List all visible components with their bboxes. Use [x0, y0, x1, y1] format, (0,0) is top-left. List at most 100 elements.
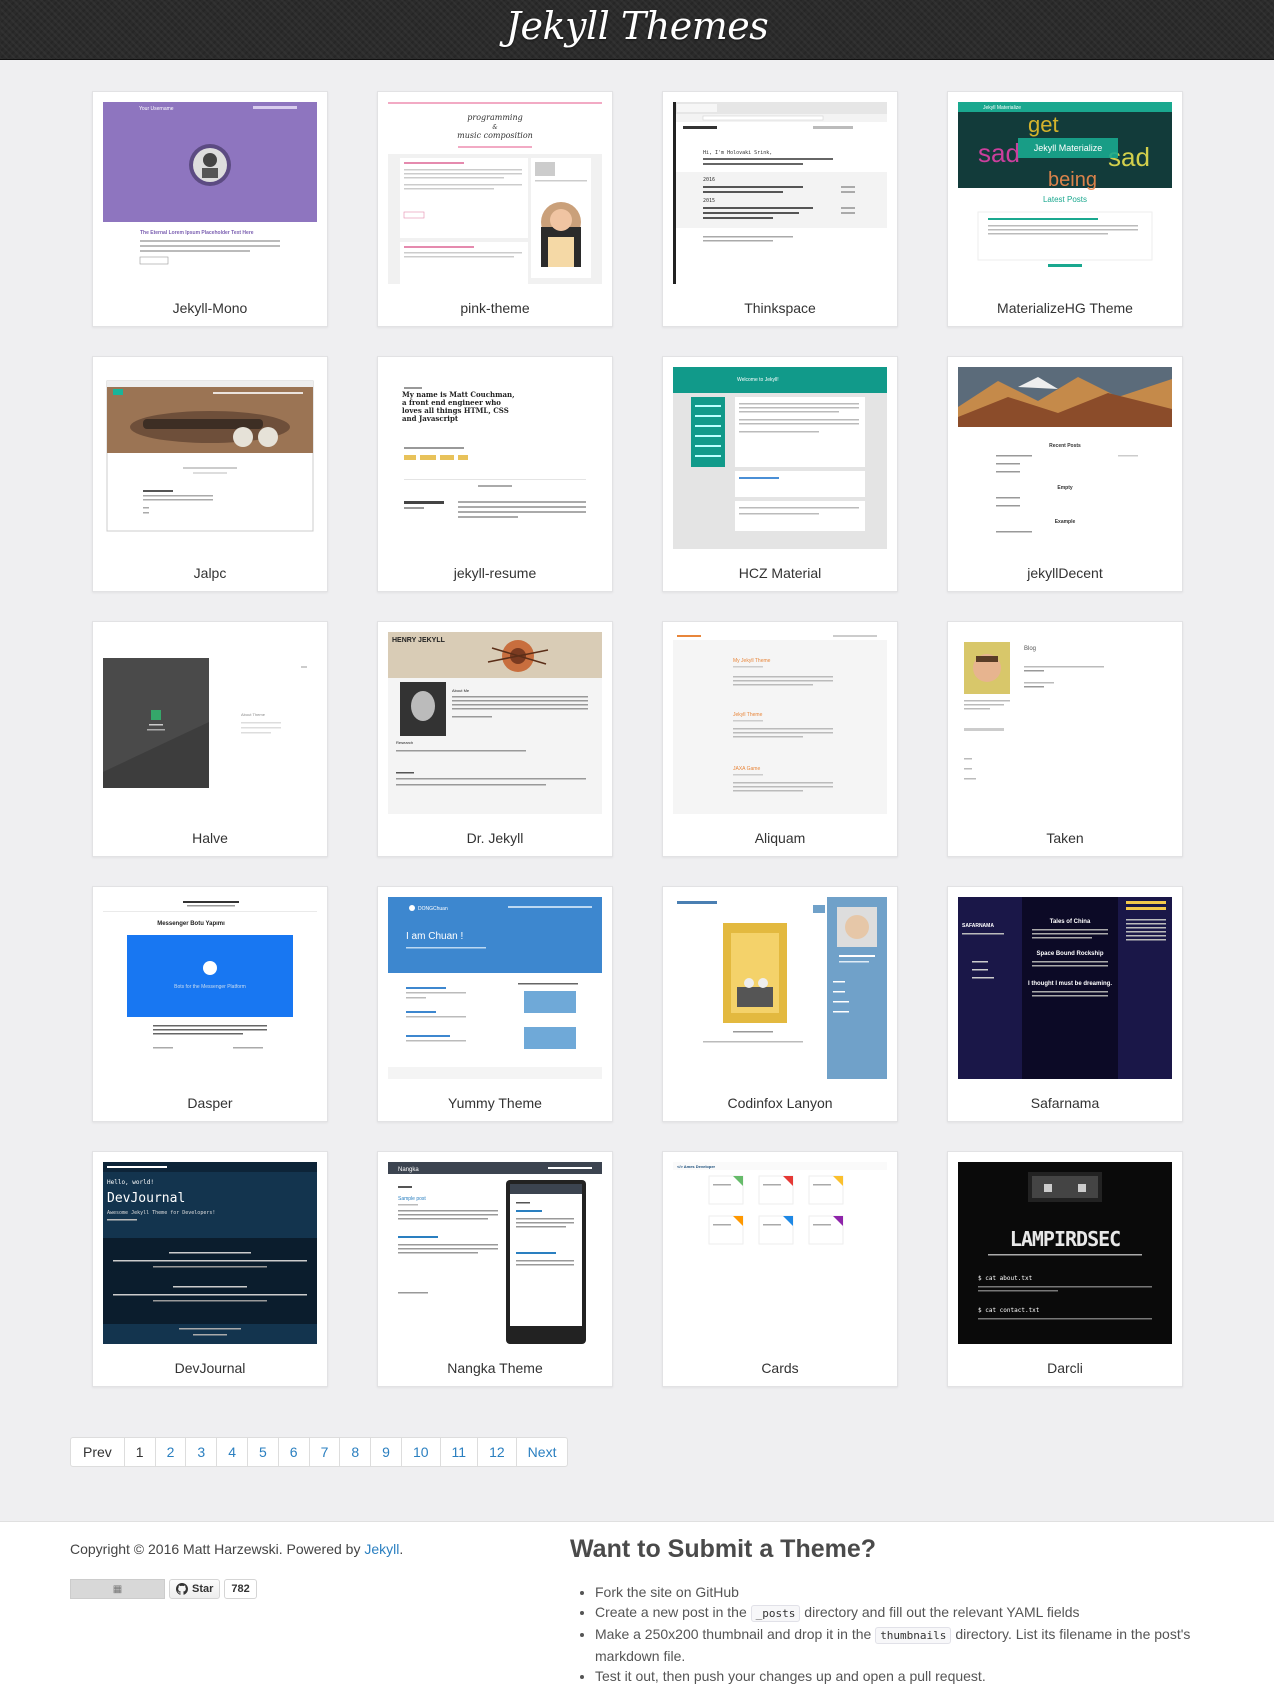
pagination-page[interactable]: 3	[185, 1438, 216, 1466]
pink-title-line3: music composition	[457, 131, 533, 140]
theme-thumbnail[interactable]: HENRY JEKYLL About Me Research	[388, 632, 602, 814]
pagination-page[interactable]: 4	[216, 1438, 247, 1466]
pagination-page[interactable]: 10	[400, 1438, 440, 1466]
theme-thumbnail[interactable]: My Jekyll Theme Jekyll Theme JAXA Game	[673, 632, 887, 814]
theme-thumbnail[interactable]	[673, 897, 887, 1079]
pagination-next[interactable]: Next	[515, 1438, 568, 1466]
theme-card[interactable]: Messenger Botu Yapımı Bots for the Messe…	[92, 886, 328, 1122]
theme-thumbnail[interactable]: LAMPIRDSEC $ cat about.txt $ cat contact…	[958, 1162, 1172, 1344]
theme-card[interactable]: LAMPIRDSEC $ cat about.txt $ cat contact…	[947, 1151, 1183, 1387]
theme-card[interactable]: Hello, world! DevJournal Awesome Jekyll …	[92, 1151, 328, 1387]
theme-thumbnail[interactable]: Nangka Sample post	[388, 1162, 602, 1344]
badges: ▦ Star 782	[70, 1579, 257, 1599]
theme-card[interactable]: Recent Posts Empty Example jekyllDecent	[947, 356, 1183, 592]
darcli-cmd-about: $ cat about.txt	[978, 1275, 1033, 1282]
theme-card[interactable]: Your Username The Eternal Lorem Ipsum Pl…	[92, 91, 328, 327]
theme-card[interactable]: Welcome to Jekyll! HCZ Material	[662, 356, 898, 592]
star-count[interactable]: 782	[224, 1579, 257, 1599]
theme-name[interactable]: Aliquam	[673, 830, 887, 846]
theme-thumbnail[interactable]: Hi, I'm Holovaki Srink, 2016 2015	[673, 102, 887, 284]
theme-card[interactable]: DONGChuan I am Chuan ! Yummy Theme	[377, 886, 613, 1122]
theme-thumbnail[interactable]: Blog	[958, 632, 1172, 814]
theme-thumbnail[interactable]: Your Username The Eternal Lorem Ipsum Pl…	[103, 102, 317, 284]
pagination-page[interactable]: 8	[339, 1438, 370, 1466]
pagination: Prev 1 2 3 4 5 6 7 8 9 10 11 12 Next	[70, 1437, 569, 1467]
theme-card[interactable]: HENRY JEKYLL About Me Research Dr. Jekyl…	[377, 621, 613, 857]
theme-name[interactable]: Jalpc	[103, 565, 317, 581]
theme-thumbnail[interactable]: About Theme	[103, 632, 317, 814]
dasper-banner: Bots for the Messenger Platform	[174, 984, 246, 990]
theme-card[interactable]: About Theme Halve	[92, 621, 328, 857]
theme-thumbnail[interactable]: programming & music composition	[388, 102, 602, 284]
aliquam-post-1: My Jekyll Theme	[733, 658, 771, 664]
site-header: Jekyll Themes	[0, 0, 1274, 60]
theme-thumbnail[interactable]	[103, 367, 317, 549]
resume-intro: My name is Matt Couchman, a front end en…	[402, 391, 515, 423]
decent-empty: Empty	[1057, 485, 1073, 491]
safarnama-brand: SAFARNAMA	[962, 923, 994, 929]
theme-thumbnail[interactable]: Recent Posts Empty Example	[958, 367, 1172, 549]
theme-name[interactable]: Codinfox Lanyon	[673, 1095, 887, 1111]
theme-name[interactable]: pink-theme	[388, 300, 602, 316]
pagination-page[interactable]: 12	[477, 1438, 516, 1466]
halve-about: About Theme	[241, 712, 266, 717]
theme-thumbnail[interactable]: Welcome to Jekyll!	[673, 367, 887, 549]
theme-name[interactable]: jekyllDecent	[958, 565, 1172, 581]
theme-card[interactable]: programming & music composition pink-the…	[377, 91, 613, 327]
theme-name[interactable]: Cards	[673, 1360, 887, 1376]
pagination-page[interactable]: 2	[154, 1438, 186, 1466]
theme-name[interactable]: Dr. Jekyll	[388, 830, 602, 846]
theme-name[interactable]: DevJournal	[103, 1360, 317, 1376]
jekyll-link[interactable]: Jekyll	[364, 1541, 399, 1557]
theme-name[interactable]: Safarnama	[958, 1095, 1172, 1111]
site-title[interactable]: Jekyll Themes	[506, 4, 769, 48]
theme-name[interactable]: Nangka Theme	[388, 1360, 602, 1376]
theme-name[interactable]: Dasper	[103, 1095, 317, 1111]
theme-card[interactable]: Hi, I'm Holovaki Srink, 2016 2015 Thinks…	[662, 91, 898, 327]
theme-name[interactable]: Darcli	[958, 1360, 1172, 1376]
pagination-page[interactable]: 7	[308, 1438, 340, 1466]
theme-thumbnail[interactable]: DONGChuan I am Chuan !	[388, 897, 602, 1079]
step-text: directory and fill out the relevant YAML…	[804, 1604, 1080, 1620]
github-icon	[176, 1583, 188, 1595]
submit-step: Test it out, then push your changes up a…	[595, 1666, 1235, 1686]
yummy-brand: DONGChuan	[418, 906, 448, 912]
theme-thumbnail[interactable]: SAFARNAMA Tales of China Space Bound Roc…	[958, 897, 1172, 1079]
pagination-page[interactable]: 1	[123, 1438, 155, 1466]
theme-name[interactable]: Thinkspace	[673, 300, 887, 316]
theme-card[interactable]: Codinfox Lanyon	[662, 886, 898, 1122]
theme-card[interactable]: SAFARNAMA Tales of China Space Bound Roc…	[947, 886, 1183, 1122]
theme-thumbnail[interactable]: Jekyll Materialize sad get sad being Jek…	[958, 102, 1172, 284]
pagination-page[interactable]: 5	[246, 1438, 278, 1466]
theme-name[interactable]: Yummy Theme	[388, 1095, 602, 1111]
github-star-button[interactable]: Star	[169, 1579, 221, 1599]
devjournal-hello: Hello, world!	[107, 1179, 154, 1186]
theme-thumbnail[interactable]: My name is Matt Couchman, a front end en…	[388, 367, 602, 549]
theme-card[interactable]: Blog Taken	[947, 621, 1183, 857]
nangka-brand: Nangka	[398, 1167, 419, 1173]
copyright-period: .	[399, 1541, 404, 1557]
decent-example: Example	[1055, 519, 1076, 525]
theme-name[interactable]: HCZ Material	[673, 565, 887, 581]
theme-name[interactable]: Taken	[958, 830, 1172, 846]
theme-card[interactable]: My Jekyll Theme Jekyll Theme JAXA Game A…	[662, 621, 898, 857]
devjournal-title: DevJournal	[107, 1191, 185, 1206]
theme-thumbnail[interactable]: Messenger Botu Yapımı Bots for the Messe…	[103, 897, 317, 1079]
theme-card[interactable]: Jalpc	[92, 356, 328, 592]
theme-thumbnail[interactable]: </> Ames Developer	[673, 1162, 887, 1344]
theme-card[interactable]: </> Ames Developer Cards	[662, 1151, 898, 1387]
theme-name[interactable]: jekyll-resume	[388, 565, 602, 581]
pagination-page[interactable]: 6	[277, 1438, 309, 1466]
posts-dir-code: _posts	[750, 1605, 801, 1622]
darcli-cmd-contact: $ cat contact.txt	[978, 1307, 1040, 1314]
theme-card[interactable]: My name is Matt Couchman, a front end en…	[377, 356, 613, 592]
theme-card[interactable]: Nangka Sample post Nangka Theme	[377, 1151, 613, 1387]
pagination-prev[interactable]: Prev	[71, 1438, 124, 1466]
pagination-page[interactable]: 9	[370, 1438, 401, 1466]
theme-name[interactable]: Jekyll-Mono	[103, 300, 317, 316]
pagination-page[interactable]: 11	[439, 1438, 478, 1466]
theme-thumbnail[interactable]: Hello, world! DevJournal Awesome Jekyll …	[103, 1162, 317, 1344]
theme-card[interactable]: Jekyll Materialize sad get sad being Jek…	[947, 91, 1183, 327]
theme-name[interactable]: Halve	[103, 830, 317, 846]
theme-name[interactable]: MaterializeHG Theme	[958, 300, 1172, 316]
